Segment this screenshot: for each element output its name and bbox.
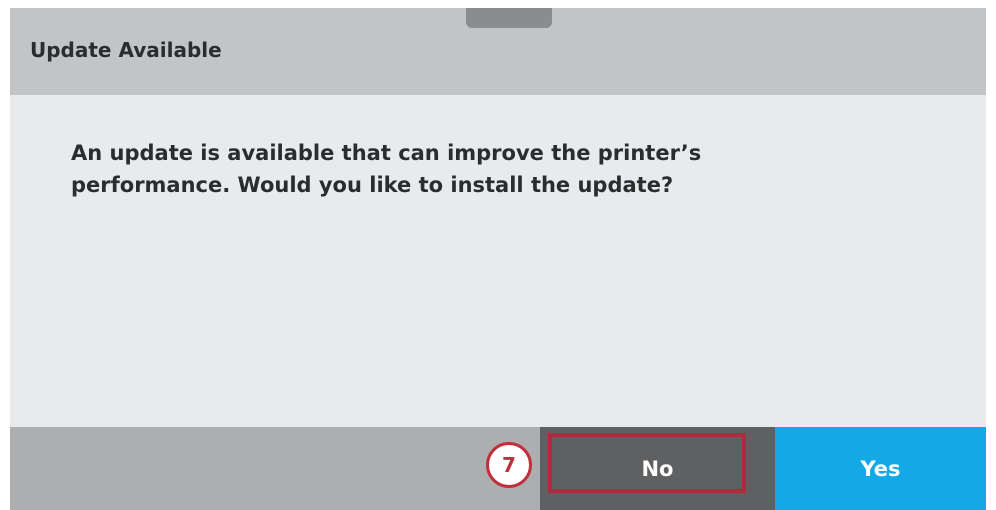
yes-button[interactable]: Yes: [775, 427, 986, 510]
pull-down-handle[interactable]: [466, 8, 552, 28]
update-dialog: Update Available An update is available …: [10, 8, 986, 510]
dialog-title: Update Available: [30, 38, 222, 62]
no-button-highlight: [548, 433, 746, 493]
dialog-message: An update is available that can improve …: [71, 141, 702, 197]
step-callout: 7: [486, 442, 532, 488]
